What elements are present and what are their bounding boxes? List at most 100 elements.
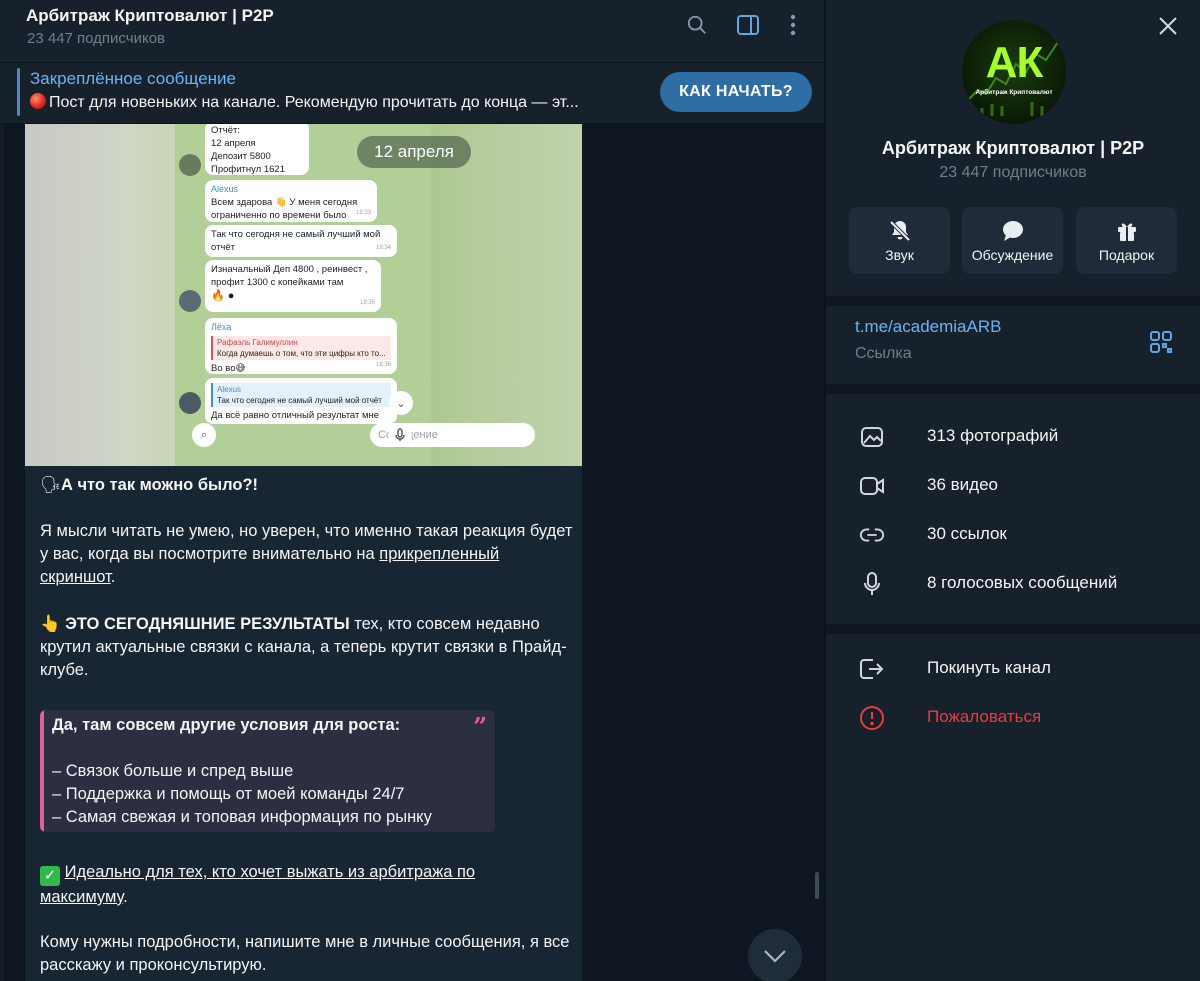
photo-time: 18:36: [375, 362, 391, 368]
post-heading-text: А что так можно было?!: [60, 476, 259, 494]
photo-quote: Рафаэль Галимуллин Когда думаешь о том, ч…: [211, 336, 391, 360]
gift-icon: [1115, 219, 1139, 243]
photo-screenshot: Отчёт: 12 апреля Депозит 5800 Профитнул …: [175, 124, 535, 466]
quote-icon: ”: [473, 712, 487, 741]
quote-item: – Самая свежая и топовая информация по р…: [52, 808, 432, 826]
photo-report-line: Профитнул 1621: [211, 164, 285, 175]
channel-title[interactable]: Арбитраж Криптовалют | P2P: [26, 6, 274, 26]
inline-link[interactable]: максимуму: [40, 888, 123, 906]
how-to-start-button[interactable]: КАК НАЧАТЬ?: [660, 72, 812, 112]
discussion-button[interactable]: Обсуждение: [962, 207, 1063, 274]
photo-date-pill: 12 апреля: [357, 136, 471, 168]
photo-avatar: [179, 392, 201, 414]
channel-post[interactable]: Отчёт: 12 апреля Депозит 5800 Профитнул …: [25, 124, 582, 981]
quote-item: – Связок больше и спред выше: [52, 762, 294, 780]
speaking-head-emoji: 🗣: [40, 476, 61, 494]
pinned-message[interactable]: Закреплённое сообщение Пост для новеньки…: [0, 63, 824, 124]
report-label: Пожаловаться: [927, 707, 1042, 726]
photo-bubble: Alexus Так что сегодня не самый лучший мо…: [205, 378, 397, 424]
post-paragraph-4: Кому нужны подробности, напишите мне в л…: [40, 933, 570, 974]
post-paragraph-2: 👆 ЭТО СЕГОДНЯШНИЕ РЕЗУЛЬТАТЫ тех, кто со…: [40, 613, 575, 682]
post-paragraph-3: ✓ Идеально для тех, кто хочет выжать из …: [40, 861, 575, 909]
photo-text: Да всё равно отличный результат мне: [211, 410, 380, 421]
subscriber-count: 23 447 подписчиков: [27, 30, 166, 47]
photo-report-bubble: Отчёт: 12 апреля Депозит 5800 Профитнул …: [205, 124, 309, 175]
photo-report-line: Отчёт:: [211, 125, 240, 136]
leave-channel-label: Покинуть канал: [927, 658, 1051, 677]
photo-text: Изначальный Деп 4800 , реинвест , профит…: [211, 264, 368, 288]
photo-quote: Alexus Так что сегодня не самый лучший мо…: [211, 383, 391, 407]
post-heading: 🗣А что так можно было?!: [40, 474, 575, 497]
photo-reactions: 🔥 ●: [211, 290, 235, 302]
check-mark-emoji: ✓: [40, 866, 60, 886]
photo-text: Всем здарова 👋 У меня сегодня ограниченн…: [211, 197, 358, 221]
pinned-title: Закреплённое сообщение: [30, 69, 236, 88]
section-separator: [826, 384, 1200, 394]
paragraph-text: .: [110, 568, 116, 586]
leave-channel-row[interactable]: Покинуть канал: [826, 646, 1200, 690]
media-photos-row[interactable]: 313 фотографий: [826, 414, 1200, 458]
quote-list: – Связок больше и спред выше – Поддержка…: [52, 760, 432, 829]
left-edge: [0, 124, 4, 981]
photo-avatar: [179, 290, 201, 312]
photo-attach-icon: ⌕: [192, 423, 216, 447]
photo-time: 18:35: [359, 300, 375, 306]
sidebar-toggle-icon[interactable]: [735, 12, 761, 38]
gift-button[interactable]: Подарок: [1076, 207, 1177, 274]
chat-panel: Арбитраж Криптовалют | P2P 23 447 подпис…: [0, 0, 824, 981]
photo-time: 18:33: [355, 210, 371, 216]
photo-bubble: Изначальный Деп 4800 , реинвест , профит…: [205, 260, 381, 312]
bell-muted-icon: [888, 219, 912, 243]
photo-text: Так что сегодня не самый лучший мой отчё…: [211, 229, 381, 253]
photo-bubble: Лёха Рафаэль Галимуллин Когда думаешь о т…: [205, 318, 397, 374]
channel-link[interactable]: t.me/academiaARB: [855, 317, 1001, 337]
section-separator: [826, 296, 1200, 306]
report-row[interactable]: Пожаловаться: [826, 695, 1200, 739]
media-label: 30 ссылок: [927, 524, 1007, 543]
leave-icon: [859, 656, 885, 682]
avatar-logo-text: АК: [985, 38, 1044, 87]
photo-report-line: 12 апреля: [211, 138, 256, 149]
close-icon[interactable]: [1154, 12, 1182, 40]
photo-chevron-down-icon: ⌄: [389, 391, 413, 415]
pinned-text: Пост для новеньких на канале. Рекомендую…: [30, 93, 642, 112]
bold-text: ЭТО СЕГОДНЯШНИЕ РЕЗУЛЬТАТЫ: [65, 615, 350, 633]
link-icon: [859, 522, 885, 548]
action-label: Обсуждение: [971, 247, 1054, 263]
photo-quote-name: Рафаэль Галимуллин: [217, 338, 298, 347]
search-icon[interactable]: [684, 12, 710, 38]
channel-avatar[interactable]: АК Арбитраж Криптовалют: [962, 20, 1066, 124]
more-vertical-icon[interactable]: [780, 12, 806, 38]
chat-header[interactable]: Арбитраж Криптовалют | P2P 23 447 подпис…: [0, 0, 824, 63]
sound-button[interactable]: Звук: [849, 207, 950, 274]
red-circle-emoji: [30, 93, 46, 109]
scroll-down-button[interactable]: [748, 929, 802, 981]
profile-title: Арбитраж Криптовалют | P2P: [881, 138, 1145, 158]
photo-text: Во во😅: [211, 363, 246, 374]
photo-icon: [859, 424, 885, 450]
photo-time: 18:34: [375, 245, 391, 251]
quote-item: – Поддержка и помощь от моей команды 24/…: [52, 785, 405, 803]
photo-mic-icon: [388, 423, 412, 447]
media-videos-row[interactable]: 36 видео: [826, 463, 1200, 507]
scrollbar[interactable]: [815, 872, 819, 899]
media-label: 8 голосовых сообщений: [927, 573, 1118, 592]
action-label: Звук: [885, 247, 914, 263]
media-label: 36 видео: [927, 475, 998, 494]
media-links-row[interactable]: 30 ссылок: [826, 512, 1200, 556]
chevron-down-icon: [764, 950, 786, 963]
blockquote: ” Да, там совсем другие условия для рост…: [40, 710, 495, 832]
inline-link[interactable]: Идеально для тех, кто хочет выжать из ар…: [65, 863, 476, 881]
photo-avatar: [179, 154, 201, 176]
photo-quote-text: Так что сегодня не самый лучший мой отчё…: [217, 396, 382, 405]
photo-sender: Alexus: [211, 184, 239, 194]
section-separator: [826, 624, 1200, 634]
post-photo[interactable]: Отчёт: 12 апреля Депозит 5800 Профитнул …: [25, 124, 582, 466]
qr-code-icon[interactable]: [1149, 330, 1173, 354]
media-voice-row[interactable]: 8 голосовых сообщений: [826, 561, 1200, 605]
message-list[interactable]: Отчёт: 12 апреля Депозит 5800 Профитнул …: [0, 124, 824, 981]
action-label: Подарок: [1098, 247, 1155, 263]
media-label: 313 фотографий: [927, 426, 1059, 445]
warning-icon: [859, 705, 885, 731]
photo-quote-text: Когда думаешь о том, что эти цифры кто т…: [217, 349, 386, 358]
